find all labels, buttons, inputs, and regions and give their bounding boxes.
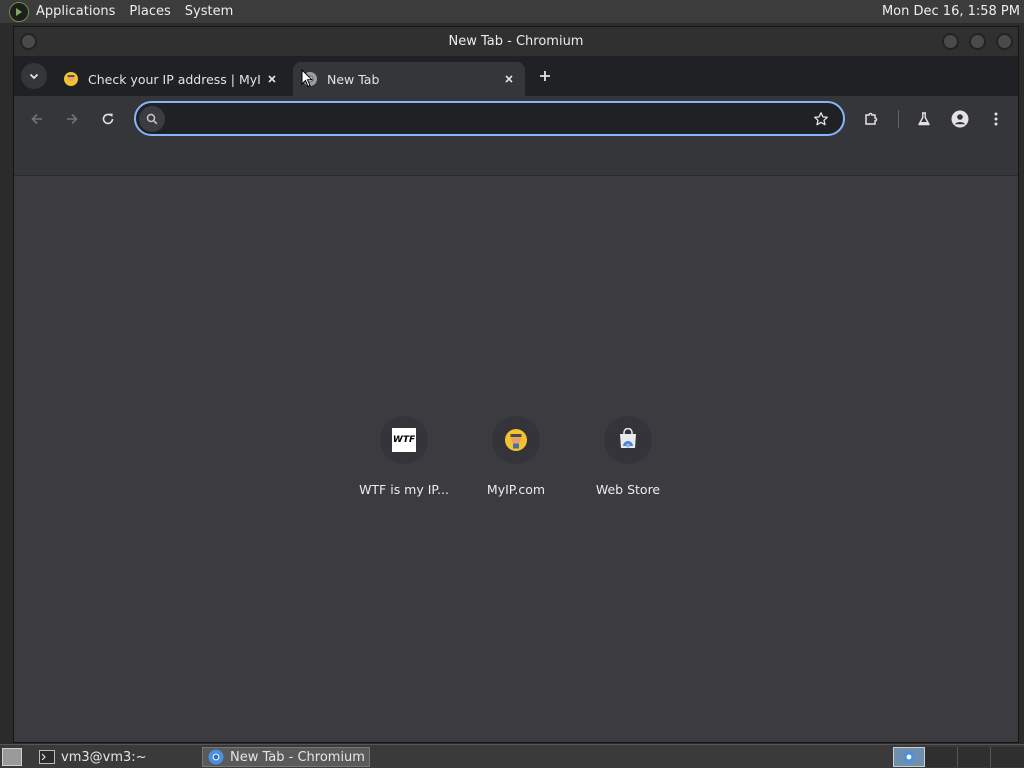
chevron-down-icon <box>29 73 39 80</box>
shortcut-label: Web Store <box>595 482 661 497</box>
tab-myip[interactable]: Check your IP address | MyIP <box>54 62 288 96</box>
browser-toolbar <box>14 96 1018 142</box>
system-menu[interactable]: System <box>178 0 240 24</box>
wtf-icon-text: WTF <box>392 435 416 445</box>
close-tab-icon[interactable] <box>262 69 282 89</box>
close-tab-icon[interactable] <box>499 69 519 89</box>
plus-icon <box>540 71 550 81</box>
toolbar-separator <box>898 110 899 128</box>
shortcut-icon-circle <box>604 416 652 464</box>
forward-icon <box>67 113 78 125</box>
menu-kebab-icon <box>994 112 998 126</box>
shortcut-myip[interactable]: MyIP.com <box>460 412 572 502</box>
shortcut-wtf-is-my-ip[interactable]: WTF WTF is my IP... <box>348 412 460 502</box>
profile-button[interactable] <box>947 106 973 132</box>
bookmark-star-icon[interactable] <box>811 109 831 129</box>
extensions-icon <box>865 112 878 125</box>
tab-title: Check your IP address | MyIP <box>88 71 262 87</box>
forward-button[interactable] <box>59 106 85 132</box>
myip-icon <box>505 429 527 451</box>
clock[interactable]: Mon Dec 16, 1:58 PM <box>882 4 1020 19</box>
reload-button[interactable] <box>95 106 121 132</box>
minimize-button[interactable] <box>942 33 959 50</box>
workspace-3[interactable] <box>958 747 991 767</box>
address-bar[interactable] <box>134 101 845 136</box>
workspace-1[interactable] <box>893 747 925 767</box>
new-tab-page: WTF WTF is my IP... MyIP.com Web Store <box>14 176 1018 742</box>
workspace-switcher[interactable] <box>893 747 1024 767</box>
back-button[interactable] <box>24 106 50 132</box>
workspace-4[interactable] <box>991 747 1024 767</box>
shortcut-icon-circle <box>492 416 540 464</box>
shortcut-label: WTF is my IP... <box>359 482 449 497</box>
workspace-2[interactable] <box>925 747 958 767</box>
taskbar: vm3@vm3:~ New Tab - Chromium <box>0 744 1024 768</box>
tab-title: New Tab <box>327 71 380 87</box>
close-window-button[interactable] <box>996 33 1013 50</box>
maximize-button[interactable] <box>969 33 986 50</box>
browser-window: New Tab - Chromium Check your IP address… <box>13 26 1019 743</box>
applications-menu[interactable]: Applications <box>29 0 122 24</box>
distro-logo-icon[interactable] <box>9 1 29 22</box>
places-menu[interactable]: Places <box>122 0 177 24</box>
window-titlebar[interactable]: New Tab - Chromium <box>14 27 1018 56</box>
new-tab-button[interactable] <box>534 65 556 87</box>
shortcut-icon-circle: WTF <box>380 416 428 464</box>
top-panel: Applications Places System Mon Dec 16, 1… <box>0 0 1024 24</box>
back-icon <box>31 113 42 125</box>
show-desktop-icon[interactable] <box>2 748 22 766</box>
shortcut-web-store[interactable]: Web Store <box>572 412 684 502</box>
labs-flask-icon <box>918 112 930 126</box>
window-menu-button[interactable] <box>20 33 37 50</box>
taskbar-item-terminal[interactable]: vm3@vm3:~ <box>34 747 194 767</box>
mouse-cursor-icon <box>301 69 313 88</box>
reload-icon <box>102 113 114 125</box>
tab-new-tab[interactable]: New Tab <box>293 62 525 96</box>
address-input[interactable] <box>172 105 792 133</box>
taskbar-item-chromium[interactable]: New Tab - Chromium <box>202 747 370 767</box>
taskbar-item-label: New Tab - Chromium <box>230 749 365 765</box>
terminal-icon <box>39 750 55 764</box>
chromium-icon <box>208 749 224 765</box>
chromium-mini-icon <box>903 751 915 763</box>
browser-menu-button[interactable] <box>983 106 1009 132</box>
shortcut-label: MyIP.com <box>486 482 546 497</box>
bookmarks-bar <box>14 142 1018 176</box>
taskbar-item-label: vm3@vm3:~ <box>61 749 147 765</box>
extensions-button[interactable] <box>858 106 884 132</box>
window-title: New Tab - Chromium <box>448 34 584 49</box>
profile-icon <box>951 110 969 128</box>
tab-search-button[interactable] <box>21 63 47 89</box>
labs-button[interactable] <box>911 106 937 132</box>
wtf-icon: WTF <box>392 428 416 452</box>
myip-favicon-icon <box>63 71 79 87</box>
web-store-icon <box>620 428 636 448</box>
tab-strip: Check your IP address | MyIP New Tab <box>14 56 1018 96</box>
search-icon <box>139 106 165 132</box>
